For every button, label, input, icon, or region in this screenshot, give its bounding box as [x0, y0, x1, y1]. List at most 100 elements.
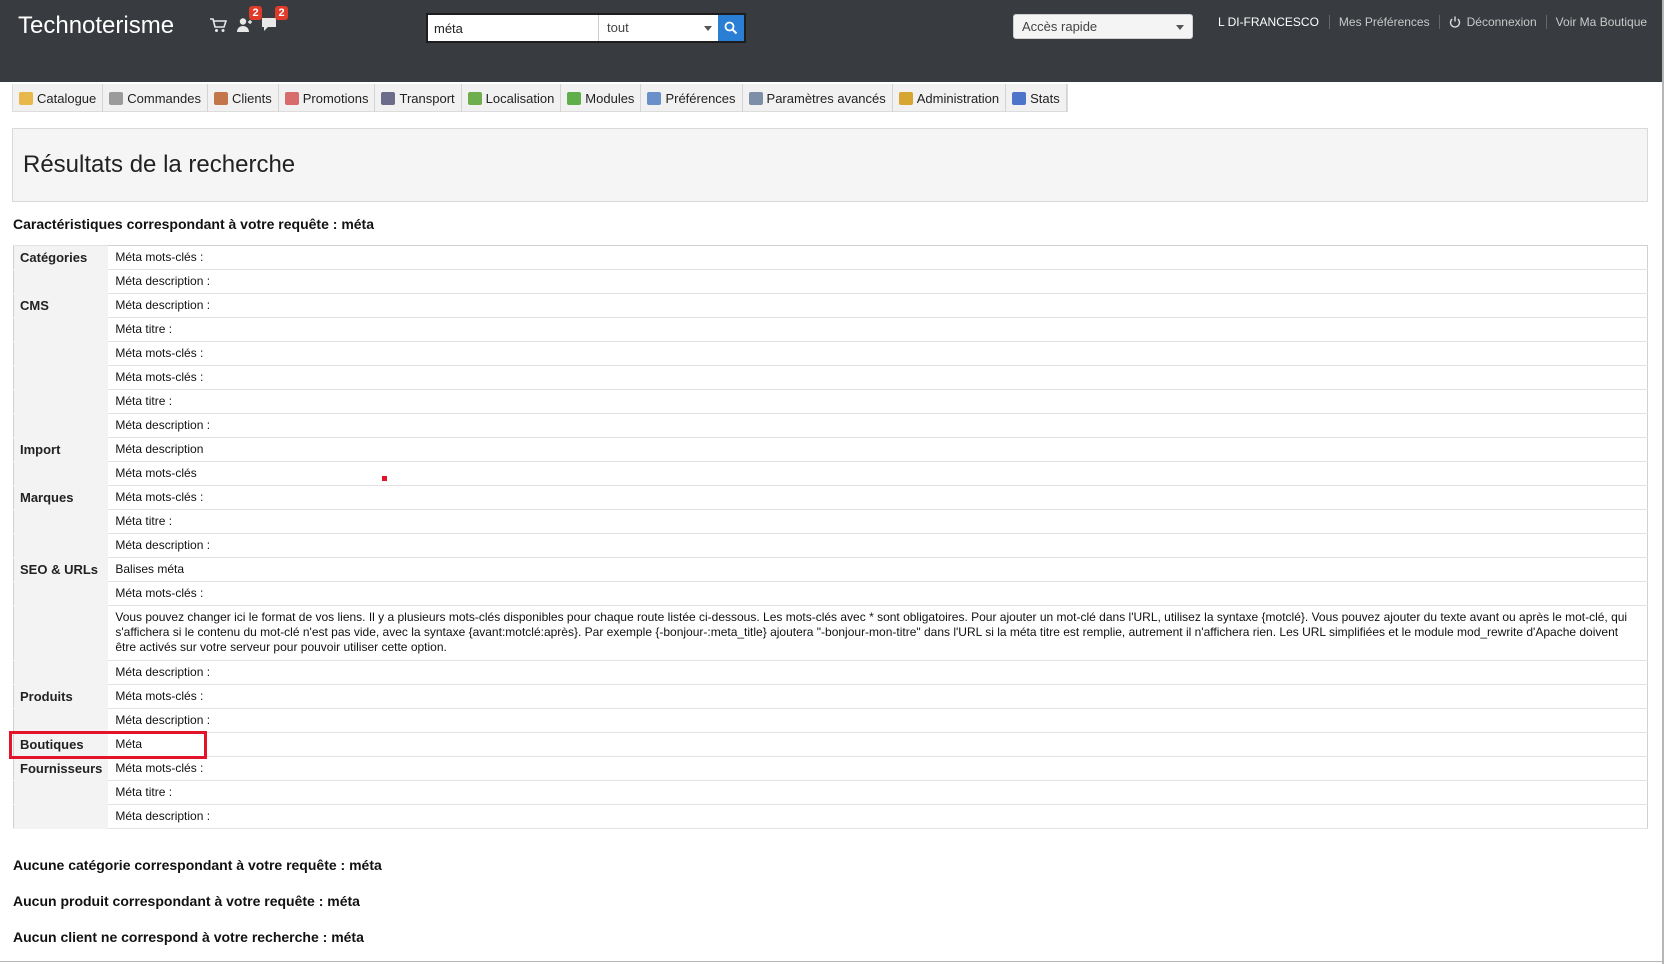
- result-link[interactable]: Méta description :: [108, 413, 1648, 438]
- result-text: Méta: [115, 737, 143, 751]
- table-row[interactable]: CMS Méta description :: [13, 293, 1648, 318]
- result-link[interactable]: Balises méta: [108, 557, 1648, 582]
- folder-icon: [19, 91, 33, 105]
- result-link[interactable]: Méta description :: [108, 533, 1648, 558]
- menu-item-label: Promotions: [302, 90, 369, 106]
- menu-item-label: Clients: [231, 90, 272, 106]
- result-category: [13, 413, 109, 438]
- table-row[interactable]: Méta description :: [13, 708, 1648, 733]
- table-row[interactable]: Méta description :: [13, 269, 1648, 294]
- search-button[interactable]: [718, 15, 744, 41]
- result-text: Méta mots-clés :: [115, 490, 204, 504]
- result-text: Méta description :: [115, 538, 211, 552]
- result-text: Méta description :: [115, 713, 211, 727]
- cart-icon: [109, 91, 124, 105]
- quick-access-select[interactable]: Accès rapide: [1013, 14, 1193, 39]
- customers-notification[interactable]: 2: [234, 6, 262, 34]
- result-link[interactable]: Méta mots-clés :: [108, 245, 1648, 270]
- orders-notification[interactable]: [208, 14, 228, 34]
- result-category: [13, 605, 109, 661]
- table-row[interactable]: Méta titre :: [13, 780, 1648, 805]
- my-preferences-label: Mes Préférences: [1338, 15, 1430, 29]
- result-link[interactable]: Vous pouvez changer ici le format de vos…: [108, 605, 1648, 661]
- menu-item-5[interactable]: Localisation: [462, 84, 562, 112]
- view-shop-label: Voir Ma Boutique: [1555, 15, 1648, 29]
- result-link[interactable]: Méta mots-clés :: [108, 485, 1648, 510]
- result-text: Méta mots-clés :: [115, 370, 204, 384]
- table-row[interactable]: Méta description :: [13, 413, 1648, 438]
- result-link[interactable]: Méta mots-clés :: [108, 684, 1648, 709]
- user-icon: [213, 91, 228, 105]
- result-link[interactable]: Méta description :: [108, 708, 1648, 733]
- menu-item-6[interactable]: Modules: [561, 84, 642, 112]
- logout-link[interactable]: Déconnexion: [1440, 15, 1547, 29]
- result-link[interactable]: Méta titre :: [108, 389, 1648, 414]
- table-row[interactable]: Méta titre :: [13, 317, 1648, 342]
- result-text: Méta mots-clés :: [115, 689, 204, 703]
- puzzle-icon: [567, 91, 582, 105]
- table-row[interactable]: SEO & URLs Balises méta: [13, 557, 1648, 582]
- table-row[interactable]: Méta titre :: [13, 389, 1648, 414]
- main-menu: Catalogue Commandes Clients Promotions Trans…: [12, 84, 1068, 112]
- table-row[interactable]: Fournisseurs Méta mots-clés :: [13, 756, 1648, 781]
- window-bottom-edge: [0, 961, 1664, 962]
- result-link[interactable]: Méta titre :: [108, 780, 1648, 805]
- table-row[interactable]: Produits Méta mots-clés :: [13, 684, 1648, 709]
- header-search: tout: [426, 13, 746, 43]
- table-row[interactable]: Méta mots-clés :: [13, 581, 1648, 606]
- table-row[interactable]: Marques Méta mots-clés :: [13, 485, 1648, 510]
- menu-item-1[interactable]: Commandes: [103, 84, 208, 112]
- table-row[interactable]: Catégories Méta mots-clés :: [13, 245, 1648, 270]
- result-link[interactable]: Méta description: [108, 437, 1648, 462]
- result-link[interactable]: Méta description :: [108, 293, 1648, 318]
- table-row[interactable]: Méta mots-clés :: [13, 365, 1648, 390]
- result-category: [13, 581, 109, 606]
- result-link[interactable]: Méta mots-clés :: [108, 365, 1648, 390]
- shop-brand[interactable]: Technoterisme: [18, 12, 174, 40]
- menu-item-7[interactable]: Préférences: [641, 84, 743, 112]
- menu-item-10[interactable]: Stats: [1006, 84, 1067, 112]
- table-row[interactable]: Méta titre :: [13, 509, 1648, 534]
- menu-item-0[interactable]: Catalogue: [13, 84, 104, 112]
- result-category: [13, 804, 109, 829]
- page-title-box: Résultats de la recherche: [12, 128, 1648, 202]
- table-row[interactable]: Boutiques Méta: [13, 732, 1648, 757]
- search-input[interactable]: [428, 15, 598, 41]
- menu-item-4[interactable]: Transport: [375, 84, 462, 112]
- menu-item-label: Localisation: [485, 90, 555, 106]
- result-link[interactable]: Méta mots-clés :: [108, 756, 1648, 781]
- table-row[interactable]: Méta mots-clés: [13, 461, 1648, 486]
- menu-item-9[interactable]: Administration: [893, 84, 1007, 112]
- my-preferences-link[interactable]: Mes Préférences: [1330, 15, 1440, 29]
- menu-item-2[interactable]: Clients: [208, 84, 279, 112]
- result-category: [13, 660, 109, 685]
- result-link[interactable]: Méta description :: [108, 804, 1648, 829]
- view-shop-link[interactable]: Voir Ma Boutique: [1547, 15, 1647, 29]
- table-row[interactable]: Vous pouvez changer ici le format de vos…: [13, 605, 1648, 661]
- result-link[interactable]: Méta: [108, 732, 1648, 757]
- result-link[interactable]: Méta titre :: [108, 317, 1648, 342]
- search-scope-select[interactable]: tout: [598, 15, 718, 41]
- table-row[interactable]: Import Méta description: [13, 437, 1648, 462]
- result-link[interactable]: Méta titre :: [108, 509, 1648, 534]
- result-text: Méta titre :: [115, 322, 173, 336]
- table-row[interactable]: Méta description :: [13, 533, 1648, 558]
- table-row[interactable]: Méta description :: [13, 660, 1648, 685]
- menu-item-label: Commandes: [127, 90, 201, 106]
- messages-notification[interactable]: 2: [260, 6, 288, 34]
- promo-icon: [284, 91, 299, 105]
- result-text: Balises méta: [115, 562, 185, 576]
- result-link[interactable]: Méta description :: [108, 660, 1648, 685]
- result-link[interactable]: Méta mots-clés: [108, 461, 1648, 486]
- result-link[interactable]: Méta mots-clés :: [108, 581, 1648, 606]
- table-row[interactable]: Méta mots-clés :: [13, 341, 1648, 366]
- menu-item-8[interactable]: Paramètres avancés: [743, 84, 893, 112]
- result-text: Méta description :: [115, 809, 211, 823]
- menu-item-3[interactable]: Promotions: [279, 84, 376, 112]
- logout-label: Déconnexion: [1466, 15, 1537, 29]
- menu-item-label: Paramètres avancés: [766, 90, 886, 106]
- result-text: Méta mots-clés :: [115, 586, 204, 600]
- result-link[interactable]: Méta description :: [108, 269, 1648, 294]
- table-row[interactable]: Méta description :: [13, 804, 1648, 829]
- result-link[interactable]: Méta mots-clés :: [108, 341, 1648, 366]
